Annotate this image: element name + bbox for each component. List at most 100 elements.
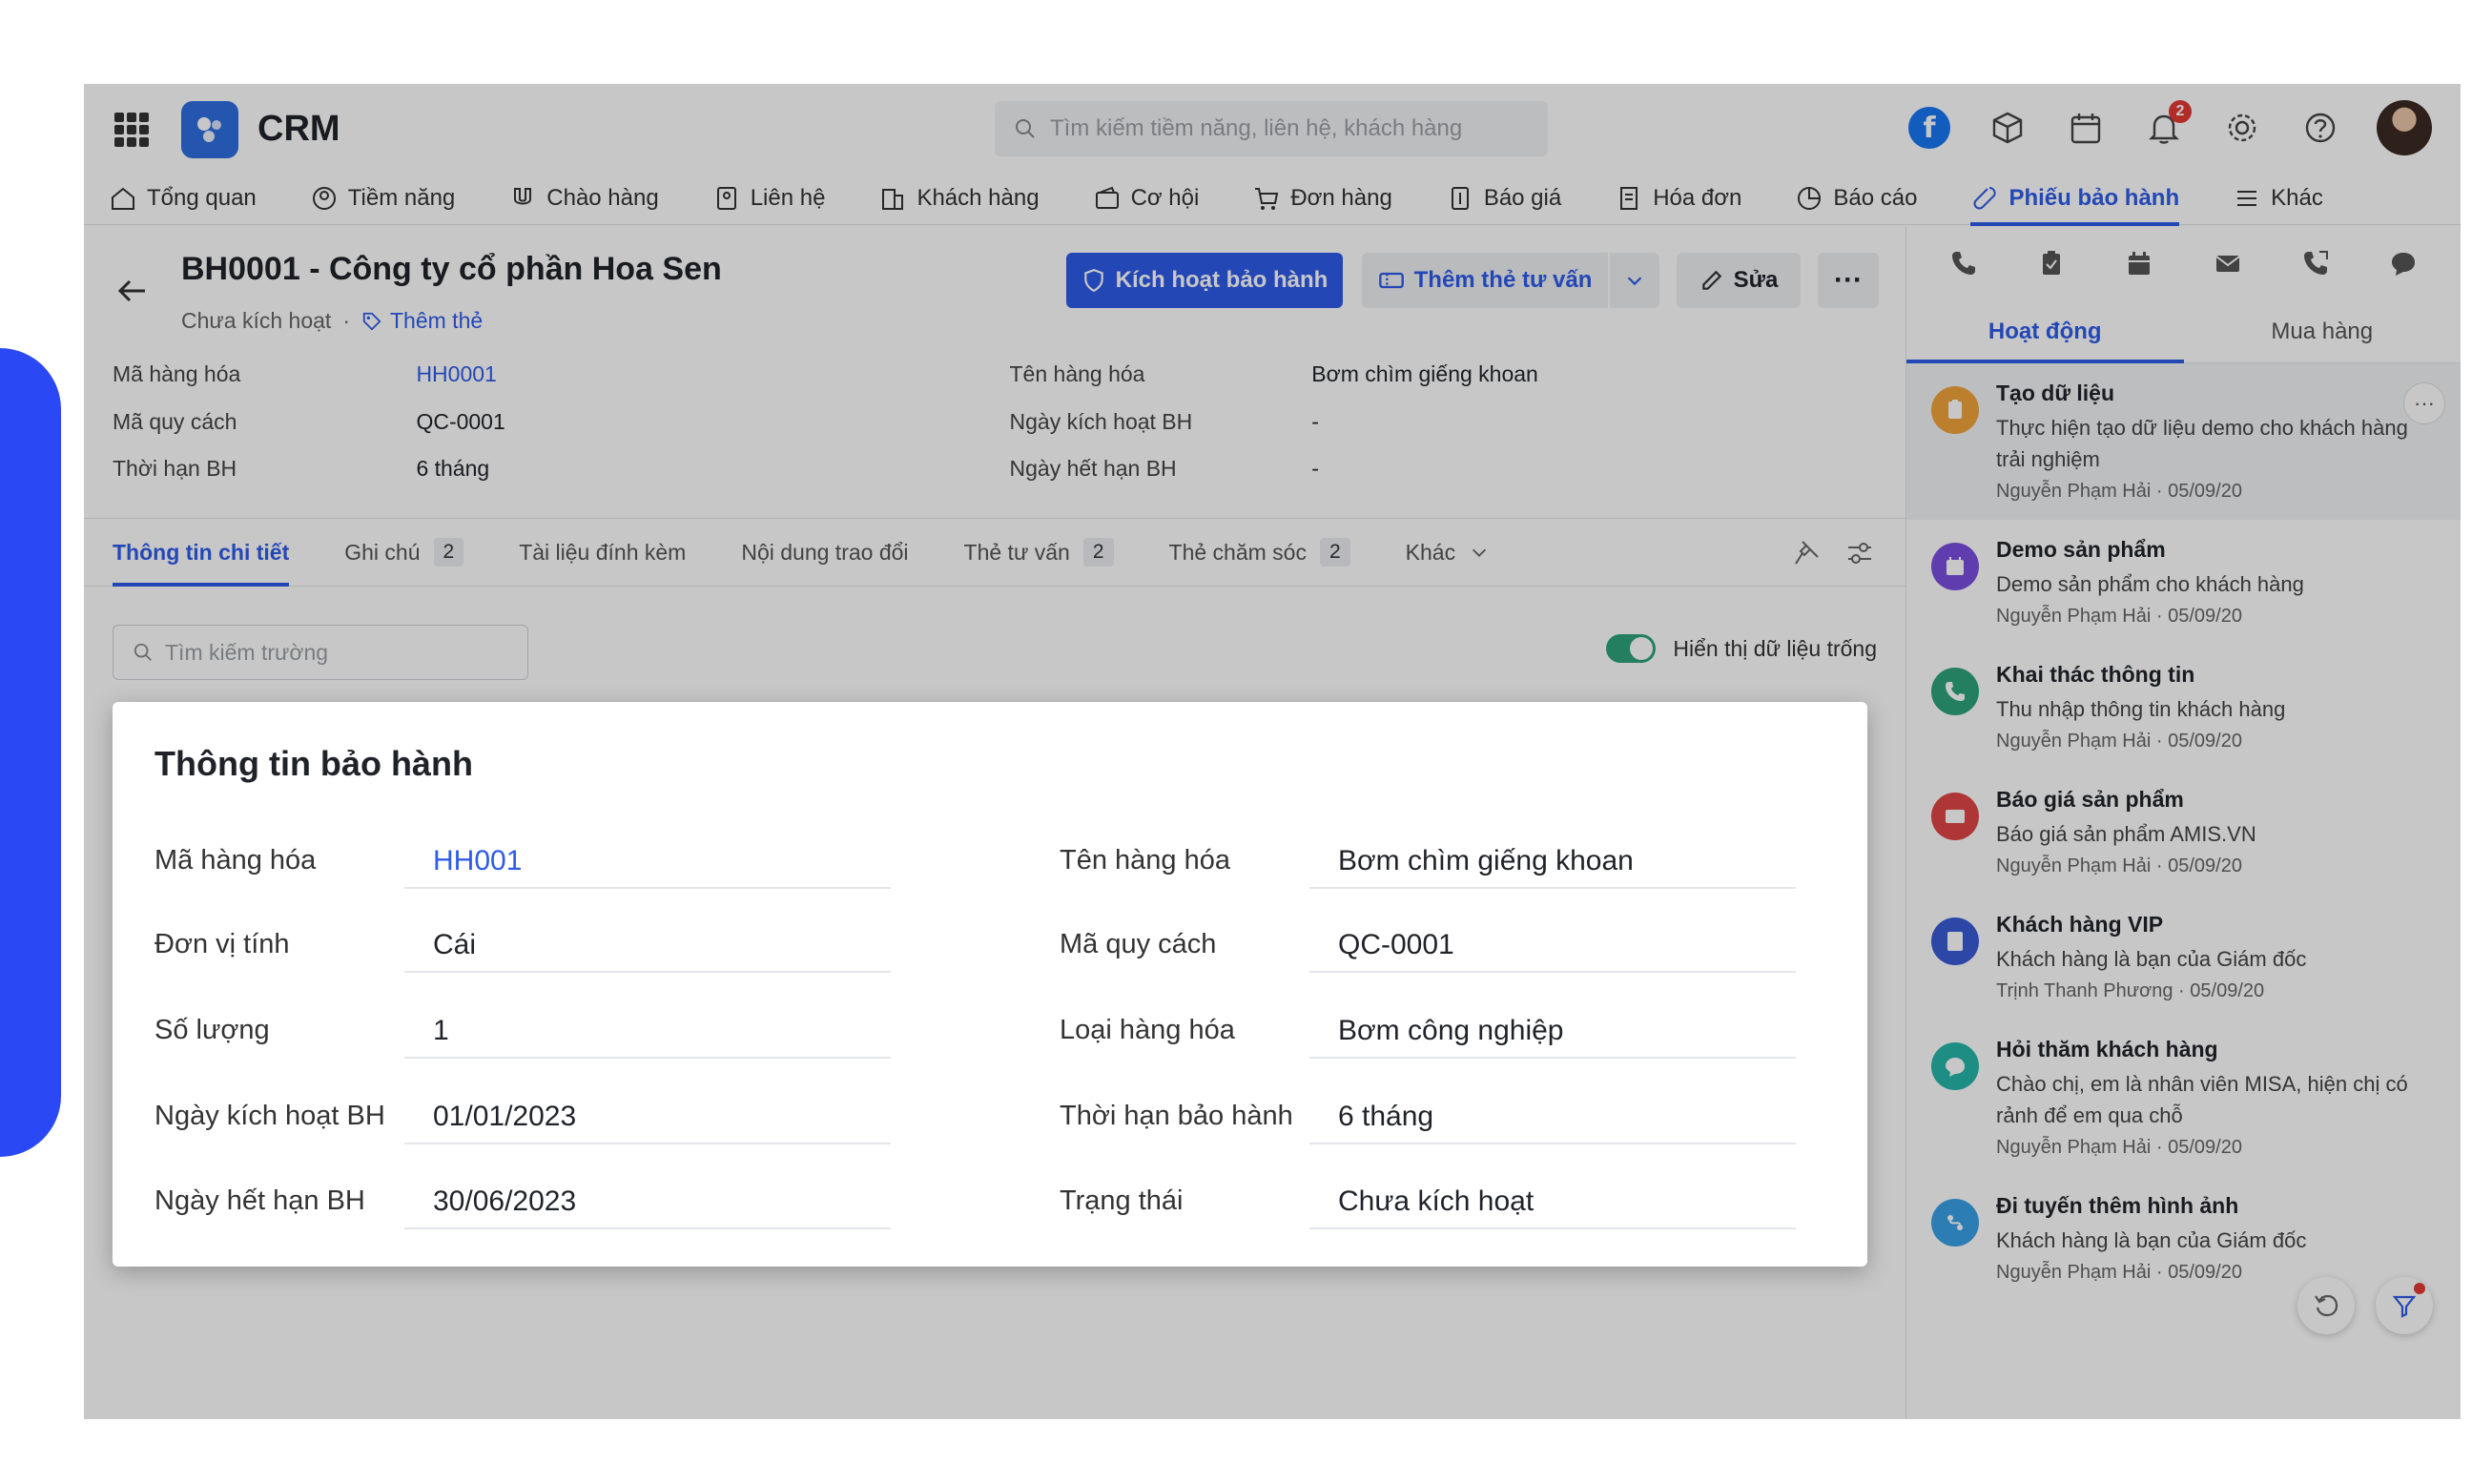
- nav-item-magnet[interactable]: Chào hàng: [508, 172, 659, 225]
- nav-item-label: Khách hàng: [917, 184, 1040, 211]
- meta-separator: ·: [2151, 606, 2169, 627]
- global-search-input[interactable]: Tìm kiếm tiềm năng, liên hệ, khách hàng: [995, 101, 1548, 156]
- activity-more-button[interactable]: ···: [2403, 382, 2445, 424]
- show-empty-label: Hiển thị dữ liệu trống: [1673, 635, 1877, 661]
- pencil-icon: [1701, 270, 1721, 290]
- message-icon[interactable]: [2388, 248, 2419, 278]
- activity-item[interactable]: Báo giá sản phẩm Báo giá sản phẩm AMIS.VN…: [1906, 770, 2461, 895]
- nav-item-label: Báo cáo: [1833, 184, 1918, 211]
- route-icon: [1947, 1215, 1963, 1230]
- calendar-button[interactable]: [2064, 106, 2108, 150]
- nav-item-label: Báo giá: [1483, 184, 1562, 211]
- activate-warranty-button[interactable]: Kích hoạt bảo hành: [1066, 253, 1343, 308]
- tab-7[interactable]: Khác: [1406, 518, 1490, 587]
- edit-button[interactable]: Sửa: [1677, 253, 1801, 308]
- nav-item-home[interactable]: Tổng quan: [109, 172, 257, 225]
- show-empty-toggle[interactable]: [1606, 634, 1657, 663]
- settings-button[interactable]: [2220, 106, 2264, 150]
- warranty-field-value: 30/06/2023: [404, 1176, 891, 1229]
- gear-icon: [2228, 113, 2256, 142]
- help-icon: [2305, 113, 2336, 143]
- activity-tab-1[interactable]: Hoạt động: [1906, 300, 2184, 363]
- activity-meta: Trịnh Thanh Phương · 05/09/20: [1996, 980, 2441, 1002]
- nav-item-quote[interactable]: Báo giá: [1446, 172, 1561, 225]
- nav-item-label: Tiềm năng: [347, 184, 456, 211]
- call-icon[interactable]: [1948, 248, 1979, 278]
- nav-item-contact[interactable]: Liên hệ: [712, 172, 825, 225]
- user-avatar[interactable]: [2377, 100, 2432, 155]
- search-icon: [1016, 119, 1035, 138]
- activity-item[interactable]: Đi tuyến thêm hình ảnh Khách hàng là bạn …: [1906, 1176, 2461, 1301]
- tab-4[interactable]: Nội dung trao đổi: [741, 518, 908, 587]
- activity-item[interactable]: Khách hàng VIP Khách hàng là bạn của Giám…: [1906, 895, 2461, 1020]
- package-icon: [1992, 112, 2023, 144]
- activity-tab-2[interactable]: Mua hàng: [2184, 300, 2462, 362]
- activity-description: Demo sản phẩm cho khách hàng: [1996, 572, 2304, 596]
- activity-author: Nguyễn Phạm Hải: [1996, 481, 2152, 502]
- activity-title: Hỏi thăm khách hàng: [1996, 1037, 2218, 1061]
- tab-6[interactable]: Thẻ chăm sóc 2: [1169, 518, 1350, 587]
- activity-meta: Nguyễn Phạm Hải · 05/09/20: [1996, 1262, 2441, 1284]
- activity-item[interactable]: Khai thác thông tin Thu nhập thông tin kh…: [1906, 645, 2461, 770]
- field-search-input[interactable]: Tìm kiếm trường: [113, 625, 528, 680]
- customize-icon[interactable]: [1844, 538, 1875, 568]
- chart-icon: [1798, 186, 1822, 210]
- nav-item-chart[interactable]: Báo cáo: [1795, 172, 1917, 225]
- summary-field-value[interactable]: HH0001: [416, 361, 496, 387]
- email-icon[interactable]: [2213, 248, 2243, 278]
- activity-item[interactable]: Tạo dữ liệu Thực hiện tạo dữ liệu demo ch…: [1906, 363, 2461, 520]
- box-button[interactable]: [1986, 106, 2029, 150]
- tab-label: Ghi chú: [344, 539, 421, 565]
- app-launcher-icon[interactable]: [114, 113, 149, 147]
- activity-title: Demo sản phẩm: [1996, 537, 2166, 562]
- call-log-icon[interactable]: [2300, 248, 2331, 278]
- warranty-field-label: Tên hàng hóa: [1060, 845, 1230, 876]
- building-icon: [882, 188, 904, 210]
- event-icon[interactable]: [2124, 248, 2154, 278]
- nav-item-wrench[interactable]: Phiếu bảo hành: [1970, 172, 2179, 226]
- warranty-field-label: Thời hạn bảo hành: [1060, 1101, 1293, 1131]
- activity-description: Báo giá sản phẩm AMIS.VN: [1996, 822, 2256, 846]
- nav-item-wallet[interactable]: Cơ hội: [1093, 172, 1199, 225]
- summary-field-value: -: [1311, 408, 1319, 434]
- warranty-field-value[interactable]: HH001: [404, 835, 891, 889]
- refresh-button[interactable]: [2297, 1277, 2355, 1334]
- activity-item[interactable]: Demo sản phẩm Demo sản phẩm cho khách hàn…: [1906, 520, 2461, 645]
- nav-item-cart[interactable]: Đơn hàng: [1252, 172, 1392, 225]
- filter-button[interactable]: [2376, 1277, 2433, 1334]
- activity-item[interactable]: Hỏi thăm khách hàng Chào chị, em là nhân …: [1906, 1020, 2461, 1176]
- activity-author: Nguyễn Phạm Hải: [1996, 1137, 2152, 1158]
- activity-title: Khách hàng VIP: [1996, 912, 2164, 937]
- activity-date: 05/09/20: [2168, 1262, 2242, 1283]
- add-advise-dropdown-button[interactable]: [1610, 253, 1659, 308]
- activity-description: Khách hàng là bạn của Giám đốc: [1996, 947, 2307, 971]
- task-icon[interactable]: [2036, 248, 2067, 278]
- nav-item-building[interactable]: Khách hàng: [878, 172, 1040, 225]
- nav-item-invoice[interactable]: Hóa đơn: [1615, 172, 1741, 225]
- notification-badge: 2: [2169, 100, 2192, 123]
- warranty-field-value: Cái: [404, 919, 891, 973]
- activity-author: Trịnh Thanh Phương: [1996, 980, 2173, 1001]
- facebook-button[interactable]: f: [1907, 106, 1951, 150]
- help-button[interactable]: [2298, 106, 2342, 150]
- tab-3[interactable]: Tài liệu đính kèm: [519, 518, 686, 587]
- tab-5[interactable]: Thẻ tư vấn 2: [964, 518, 1114, 587]
- warranty-field-label: Mã hàng hóa: [154, 845, 317, 876]
- nav-item-menu[interactable]: Khác: [2233, 172, 2323, 225]
- add-tag-link[interactable]: Thêm thẻ: [361, 308, 483, 334]
- meta-separator: ·: [2151, 855, 2169, 876]
- more-actions-button[interactable]: ···: [1818, 253, 1879, 308]
- facebook-icon: f: [1908, 107, 1950, 149]
- nav-item-label: Khác: [2271, 184, 2323, 211]
- back-arrow-icon[interactable]: [113, 272, 151, 310]
- record-title: BH0001 - Công ty cổ phần Hoa Sen: [181, 251, 722, 287]
- tab-2[interactable]: Ghi chú 2: [344, 518, 464, 587]
- tab-1[interactable]: Thông tin chi tiết: [113, 518, 290, 587]
- nav-item-lead[interactable]: Tiềm năng: [310, 172, 456, 225]
- pin-icon[interactable]: [1791, 538, 1822, 568]
- notification-button[interactable]: 2: [2142, 100, 2192, 150]
- activity-date: 05/09/20: [2168, 606, 2242, 627]
- add-advise-card-button[interactable]: Thêm thẻ tư vấn: [1362, 253, 1608, 308]
- activity-author: Nguyễn Phạm Hải: [1996, 606, 2152, 627]
- tab-label: Thẻ chăm sóc: [1168, 539, 1307, 565]
